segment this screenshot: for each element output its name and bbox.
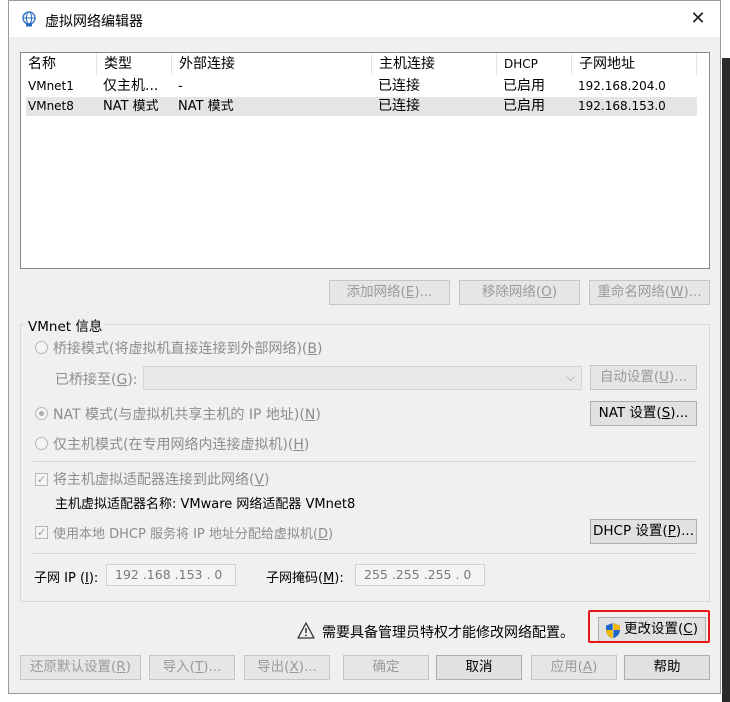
column-header-external[interactable]: 外部连接 (172, 53, 372, 75)
subnet-mask-label: 子网掩码(M): (266, 571, 344, 586)
bridged-to-select[interactable]: ⌵ (143, 366, 582, 390)
host-only-radio[interactable] (35, 437, 48, 450)
column-header-type[interactable]: 类型 (97, 53, 172, 75)
ok-button[interactable]: 确定 (343, 655, 429, 680)
cell-type: NAT 模式 (103, 99, 159, 114)
network-globe-icon (22, 11, 36, 27)
help-button[interactable]: 帮助 (624, 655, 710, 680)
nat-settings-button[interactable]: NAT 设置(S)... (590, 401, 697, 426)
nat-label[interactable]: NAT 模式(与虚拟机共享主机的 IP 地址)(N) (53, 404, 321, 424)
list-header: 名称 类型 外部连接 主机连接 DHCP 子网地址 (21, 53, 709, 75)
subnet-ip-label: 子网 IP (I): (34, 571, 99, 586)
restore-defaults-button[interactable]: 还原默认设置(R) (20, 655, 141, 680)
cell-external: - (178, 79, 183, 94)
column-header-dhcp[interactable]: DHCP (497, 53, 572, 75)
cell-type: 仅主机... (103, 78, 159, 94)
cell-external: NAT 模式 (178, 99, 234, 114)
add-network-button[interactable]: 添加网络(E)... (329, 280, 450, 305)
cell-subnet: 192.168.153.0 (578, 99, 666, 113)
nat-radio[interactable] (35, 407, 48, 420)
cell-host: 已连接 (378, 98, 420, 114)
connect-adapter-label[interactable]: 将主机虚拟适配器连接到此网络(V) (53, 469, 270, 489)
adapter-name-text: 主机虚拟适配器名称: VMware 网络适配器 VMnet8 (55, 497, 356, 512)
export-button[interactable]: 导出(X)... (244, 655, 330, 680)
subnet-mask-input[interactable]: 255 .255 .255 . 0 (355, 564, 485, 586)
table-row[interactable]: VMnet1 仅主机... - 已连接 已启用 192.168.204.0 (26, 77, 697, 96)
cancel-button[interactable]: 取消 (436, 655, 522, 680)
column-header-name[interactable]: 名称 (21, 53, 97, 75)
close-button[interactable]: ✕ (676, 1, 720, 37)
virtual-network-editor-dialog: 虚拟网络编辑器 ✕ 名称 类型 外部连接 主机连接 DHCP 子网地址 VMne… (8, 0, 721, 694)
cell-dhcp: 已启用 (503, 98, 545, 114)
separator (33, 553, 697, 554)
use-dhcp-checkbox[interactable]: ✓ (35, 526, 48, 539)
bridged-radio[interactable] (35, 341, 48, 354)
cell-name: VMnet1 (28, 79, 74, 93)
column-header-host[interactable]: 主机连接 (372, 53, 497, 75)
remove-network-button[interactable]: 移除网络(O) (459, 280, 580, 305)
network-list[interactable]: 名称 类型 外部连接 主机连接 DHCP 子网地址 VMnet1 仅主机... … (20, 52, 710, 269)
window-title: 虚拟网络编辑器 (45, 14, 143, 30)
bridged-label[interactable]: 桥接模式(将虚拟机直接连接到外部网络)(B) (53, 338, 322, 358)
cell-dhcp: 已启用 (503, 78, 545, 94)
chevron-down-icon: ⌵ (565, 370, 575, 384)
dhcp-settings-button[interactable]: DHCP 设置(P)... (590, 519, 697, 544)
auto-settings-button[interactable]: 自动设置(U)... (590, 365, 697, 390)
cell-subnet: 192.168.204.0 (578, 79, 666, 93)
cell-host: 已连接 (378, 78, 420, 94)
warning-icon (297, 622, 315, 639)
table-row-selected[interactable]: VMnet8 NAT 模式 NAT 模式 已连接 已启用 192.168.153… (26, 97, 697, 116)
subnet-ip-input[interactable]: 192 .168 .153 . 0 (106, 564, 236, 586)
title-bar: 虚拟网络编辑器 ✕ (9, 1, 720, 37)
column-header-subnet[interactable]: 子网地址 (572, 53, 697, 75)
connect-adapter-checkbox[interactable]: ✓ (35, 473, 48, 486)
vmnet-info-label: VMnet 信息 (25, 315, 106, 335)
admin-warning-text: 需要具备管理员特权才能修改网络配置。 (322, 625, 574, 641)
apply-button[interactable]: 应用(A) (531, 655, 617, 680)
background-strip (722, 58, 730, 702)
separator (33, 461, 697, 462)
cell-name: VMnet8 (28, 99, 74, 113)
rename-network-button[interactable]: 重命名网络(W)... (589, 280, 710, 305)
highlight-box (588, 610, 710, 643)
import-button[interactable]: 导入(T)... (149, 655, 235, 680)
use-dhcp-label[interactable]: 使用本地 DHCP 服务将 IP 地址分配给虚拟机(D) (53, 523, 333, 542)
host-only-label[interactable]: 仅主机模式(在专用网络内连接虚拟机)(H) (53, 434, 309, 454)
bridged-to-label: 已桥接至(G): (55, 372, 138, 388)
